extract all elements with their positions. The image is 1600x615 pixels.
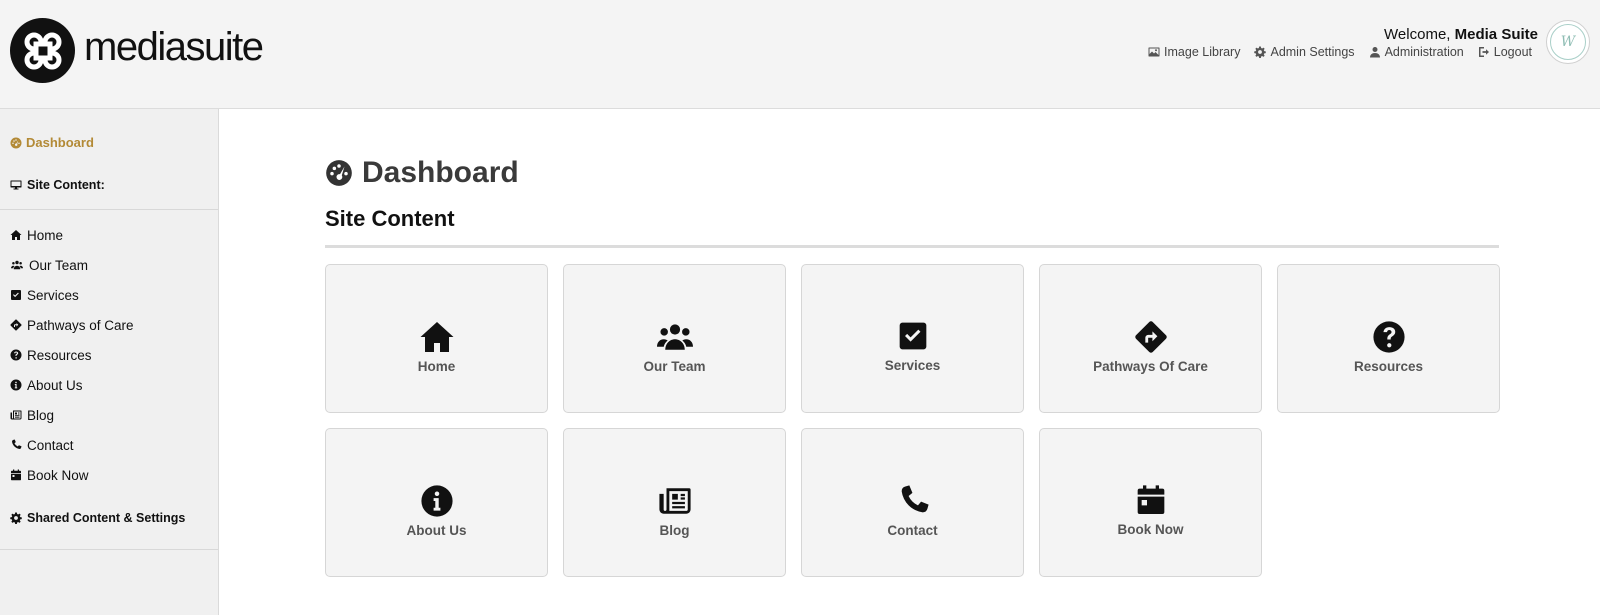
info-circle-icon (10, 379, 22, 391)
phone-icon (10, 439, 22, 451)
page-title-text: Dashboard (362, 156, 519, 189)
sidebar-item-contact[interactable]: Contact (10, 430, 134, 460)
avatar-monogram: W (1550, 24, 1586, 60)
sidebar-item-resources[interactable]: Resources (10, 340, 134, 370)
desktop-icon (10, 179, 22, 191)
card-contact[interactable]: Contact (801, 428, 1024, 577)
sidebar-divider (0, 549, 218, 550)
newspaper-icon (10, 409, 22, 421)
sidebar-dashboard-label: Dashboard (26, 135, 94, 150)
card-label: Home (417, 359, 456, 374)
card-about-us[interactable]: About Us (325, 428, 548, 577)
card-label: Resources (1353, 358, 1424, 374)
admin-settings-label: Admin Settings (1270, 45, 1355, 59)
info-circle-icon (420, 484, 454, 518)
card-our-team[interactable]: Our Team (563, 264, 786, 413)
sidebar-item-blog[interactable]: Blog (10, 400, 134, 430)
user-avatar[interactable]: W (1546, 20, 1590, 64)
card-book-now[interactable]: Book Now (1039, 428, 1262, 577)
welcome-message: Welcome, Media Suite (1384, 26, 1538, 43)
card-label: Pathways Of Care (1093, 358, 1208, 374)
shared-content-label: Shared Content & Settings (27, 511, 186, 525)
card-home[interactable]: Home (325, 264, 548, 413)
card-label: Contact (887, 522, 938, 538)
sidebar: Dashboard Site Content: Home Our Team Se… (0, 109, 219, 615)
card-label: Our Team (643, 359, 706, 374)
mediasuite-logo-icon (10, 18, 75, 83)
sidebar-item-home[interactable]: Home (10, 220, 134, 250)
sidebar-item-dashboard[interactable]: Dashboard (10, 135, 94, 150)
administration-link[interactable]: Administration (1369, 45, 1464, 59)
home-icon (10, 229, 22, 241)
directions-icon (1134, 320, 1168, 354)
sidebar-item-label: Blog (27, 407, 55, 423)
card-label: Book Now (1117, 522, 1184, 537)
sidebar-item-label: About Us (27, 377, 83, 393)
card-pathways-of-care[interactable]: Pathways Of Care (1039, 264, 1262, 413)
phone-icon (896, 484, 930, 518)
calendar-icon (1135, 484, 1167, 516)
card-label: About Us (406, 522, 467, 538)
sidebar-item-label: Services (27, 287, 79, 303)
card-blog[interactable]: Blog (563, 428, 786, 577)
top-navigation: Image Library Admin Settings Administrat… (1148, 45, 1532, 59)
brand-logo[interactable]: mediasuite (10, 18, 264, 83)
directions-icon (10, 319, 22, 331)
sidebar-item-our-team[interactable]: Our Team (10, 250, 134, 280)
brand-name: mediasuite (84, 25, 264, 69)
administration-label: Administration (1384, 45, 1464, 59)
calendar-icon (10, 469, 22, 481)
sidebar-divider (0, 209, 218, 210)
card-resources[interactable]: Resources (1277, 264, 1500, 413)
sidebar-item-shared-content-settings[interactable]: Shared Content & Settings (10, 511, 185, 525)
sidebar-item-label: Home (27, 227, 64, 243)
image-library-link[interactable]: Image Library (1148, 45, 1240, 59)
home-icon (419, 319, 455, 355)
sidebar-item-pathways-of-care[interactable]: Pathways of Care (10, 310, 134, 340)
card-label: Services (884, 358, 941, 373)
site-content-grid: Home Our Team Services Pathways Of Care … (325, 264, 1500, 577)
sidebar-item-label: Pathways of Care (27, 317, 134, 333)
sidebar-item-label: Book Now (27, 467, 89, 483)
question-circle-icon (10, 349, 22, 361)
sidebar-item-about-us[interactable]: About Us (10, 370, 134, 400)
image-library-label: Image Library (1164, 45, 1241, 59)
dashboard-gauge-icon (10, 137, 22, 149)
users-icon (655, 319, 695, 355)
admin-settings-link[interactable]: Admin Settings (1254, 45, 1355, 59)
question-circle-icon (1372, 320, 1406, 354)
welcome-prefix: Welcome, (1384, 26, 1451, 43)
newspaper-icon (658, 484, 692, 518)
sidebar-site-content-list: Home Our Team Services Pathways of Care … (10, 220, 134, 490)
welcome-user: Media Suite (1454, 26, 1538, 43)
image-icon (1148, 46, 1160, 58)
cogs-icon (1254, 46, 1266, 58)
logout-icon (1478, 46, 1490, 58)
gear-icon (10, 512, 22, 524)
users-icon (10, 259, 24, 271)
site-content-heading: Site Content: (27, 178, 105, 192)
sidebar-item-services[interactable]: Services (10, 280, 134, 310)
card-label: Blog (659, 522, 690, 538)
logout-link[interactable]: Logout (1478, 45, 1532, 59)
sidebar-item-book-now[interactable]: Book Now (10, 460, 134, 490)
user-icon (1369, 46, 1381, 58)
check-square-icon (10, 289, 22, 301)
sidebar-item-label: Our Team (29, 257, 89, 273)
top-header: mediasuite Welcome, Media Suite Image Li… (0, 0, 1600, 109)
card-services[interactable]: Services (801, 264, 1024, 413)
section-heading-site-content: Site Content (325, 206, 455, 231)
sidebar-item-label: Resources (27, 347, 92, 363)
logout-label: Logout (1493, 45, 1532, 59)
sidebar-section-site-content: Site Content: (10, 178, 105, 192)
check-square-icon (897, 320, 929, 352)
sidebar-item-label: Contact (27, 437, 74, 453)
section-divider (325, 245, 1499, 248)
dashboard-gauge-icon (325, 159, 353, 187)
page-title: Dashboard (325, 156, 519, 190)
